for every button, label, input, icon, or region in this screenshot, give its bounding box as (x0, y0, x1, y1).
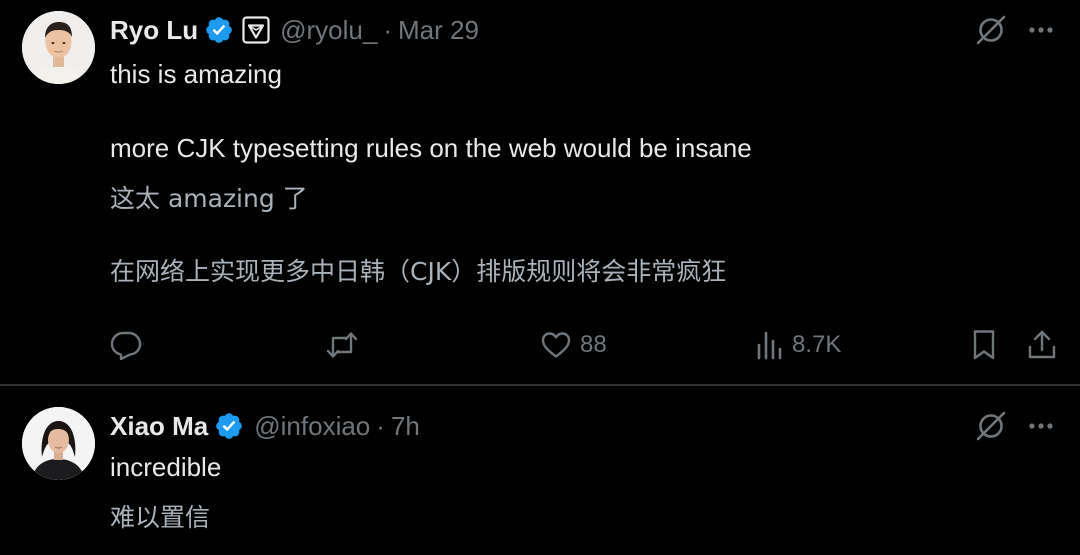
author-name[interactable]: Ryo Lu (110, 15, 198, 46)
author-handle[interactable]: @infoxiao (254, 411, 370, 442)
share-upload-icon (1026, 328, 1058, 362)
like-count: 88 (580, 331, 607, 358)
translation-line: 在网络上实现更多中日韩（CJK）排版规则将会非常疯狂 (110, 257, 727, 286)
author-handle[interactable]: @ryolu_ (280, 15, 377, 46)
bar-chart-icon (756, 329, 784, 361)
views-button[interactable]: 8.7K (756, 326, 841, 364)
grok-slash-icon[interactable] (973, 12, 1009, 48)
tweet-text-line: this is amazing (110, 59, 282, 89)
views-count: 8.7K (792, 331, 842, 358)
verified-badge-icon (204, 15, 234, 45)
timestamp[interactable]: 7h (391, 411, 420, 442)
heart-icon (540, 329, 572, 361)
bookmark-icon (969, 328, 999, 362)
more-dots-icon[interactable] (1023, 408, 1059, 444)
tweet-header: Xiao Ma @infoxiao · 7h (110, 408, 420, 444)
avatar[interactable] (22, 407, 95, 480)
like-button[interactable]: 88 (540, 326, 607, 364)
reply-button[interactable] (109, 326, 151, 364)
more-dots-icon[interactable] (1023, 12, 1059, 48)
translation-line: 这太 amazing 了 (110, 184, 308, 213)
author-name[interactable]: Xiao Ma (110, 411, 208, 442)
grok-slash-icon[interactable] (973, 408, 1009, 444)
tweet-header: Ryo Lu @ryolu_ · Mar 29 (110, 12, 479, 48)
cursor-logo-badge-icon[interactable] (242, 16, 270, 44)
translation-line: 难以置信 (110, 503, 211, 532)
reply-bubble-icon (109, 328, 143, 362)
bookmark-button[interactable] (969, 326, 999, 364)
tweet-text-line: incredible (110, 452, 222, 482)
timestamp[interactable]: Mar 29 (398, 15, 479, 46)
tweet-ryo-lu[interactable]: Ryo Lu @ryolu_ · Mar 29 this is amazing … (0, 0, 1080, 384)
tweet-xiao-ma[interactable]: Xiao Ma @infoxiao · 7h incredible 难以置信 (0, 386, 1080, 555)
verified-badge-icon (214, 411, 244, 441)
share-button[interactable] (1026, 326, 1058, 364)
repost-button[interactable] (324, 326, 368, 364)
avatar[interactable] (22, 11, 95, 84)
separator-dot: · (376, 410, 385, 441)
repost-arrows-icon (324, 328, 360, 362)
separator-dot: · (383, 14, 392, 45)
tweet-text-line: more CJK typesetting rules on the web wo… (110, 133, 752, 163)
